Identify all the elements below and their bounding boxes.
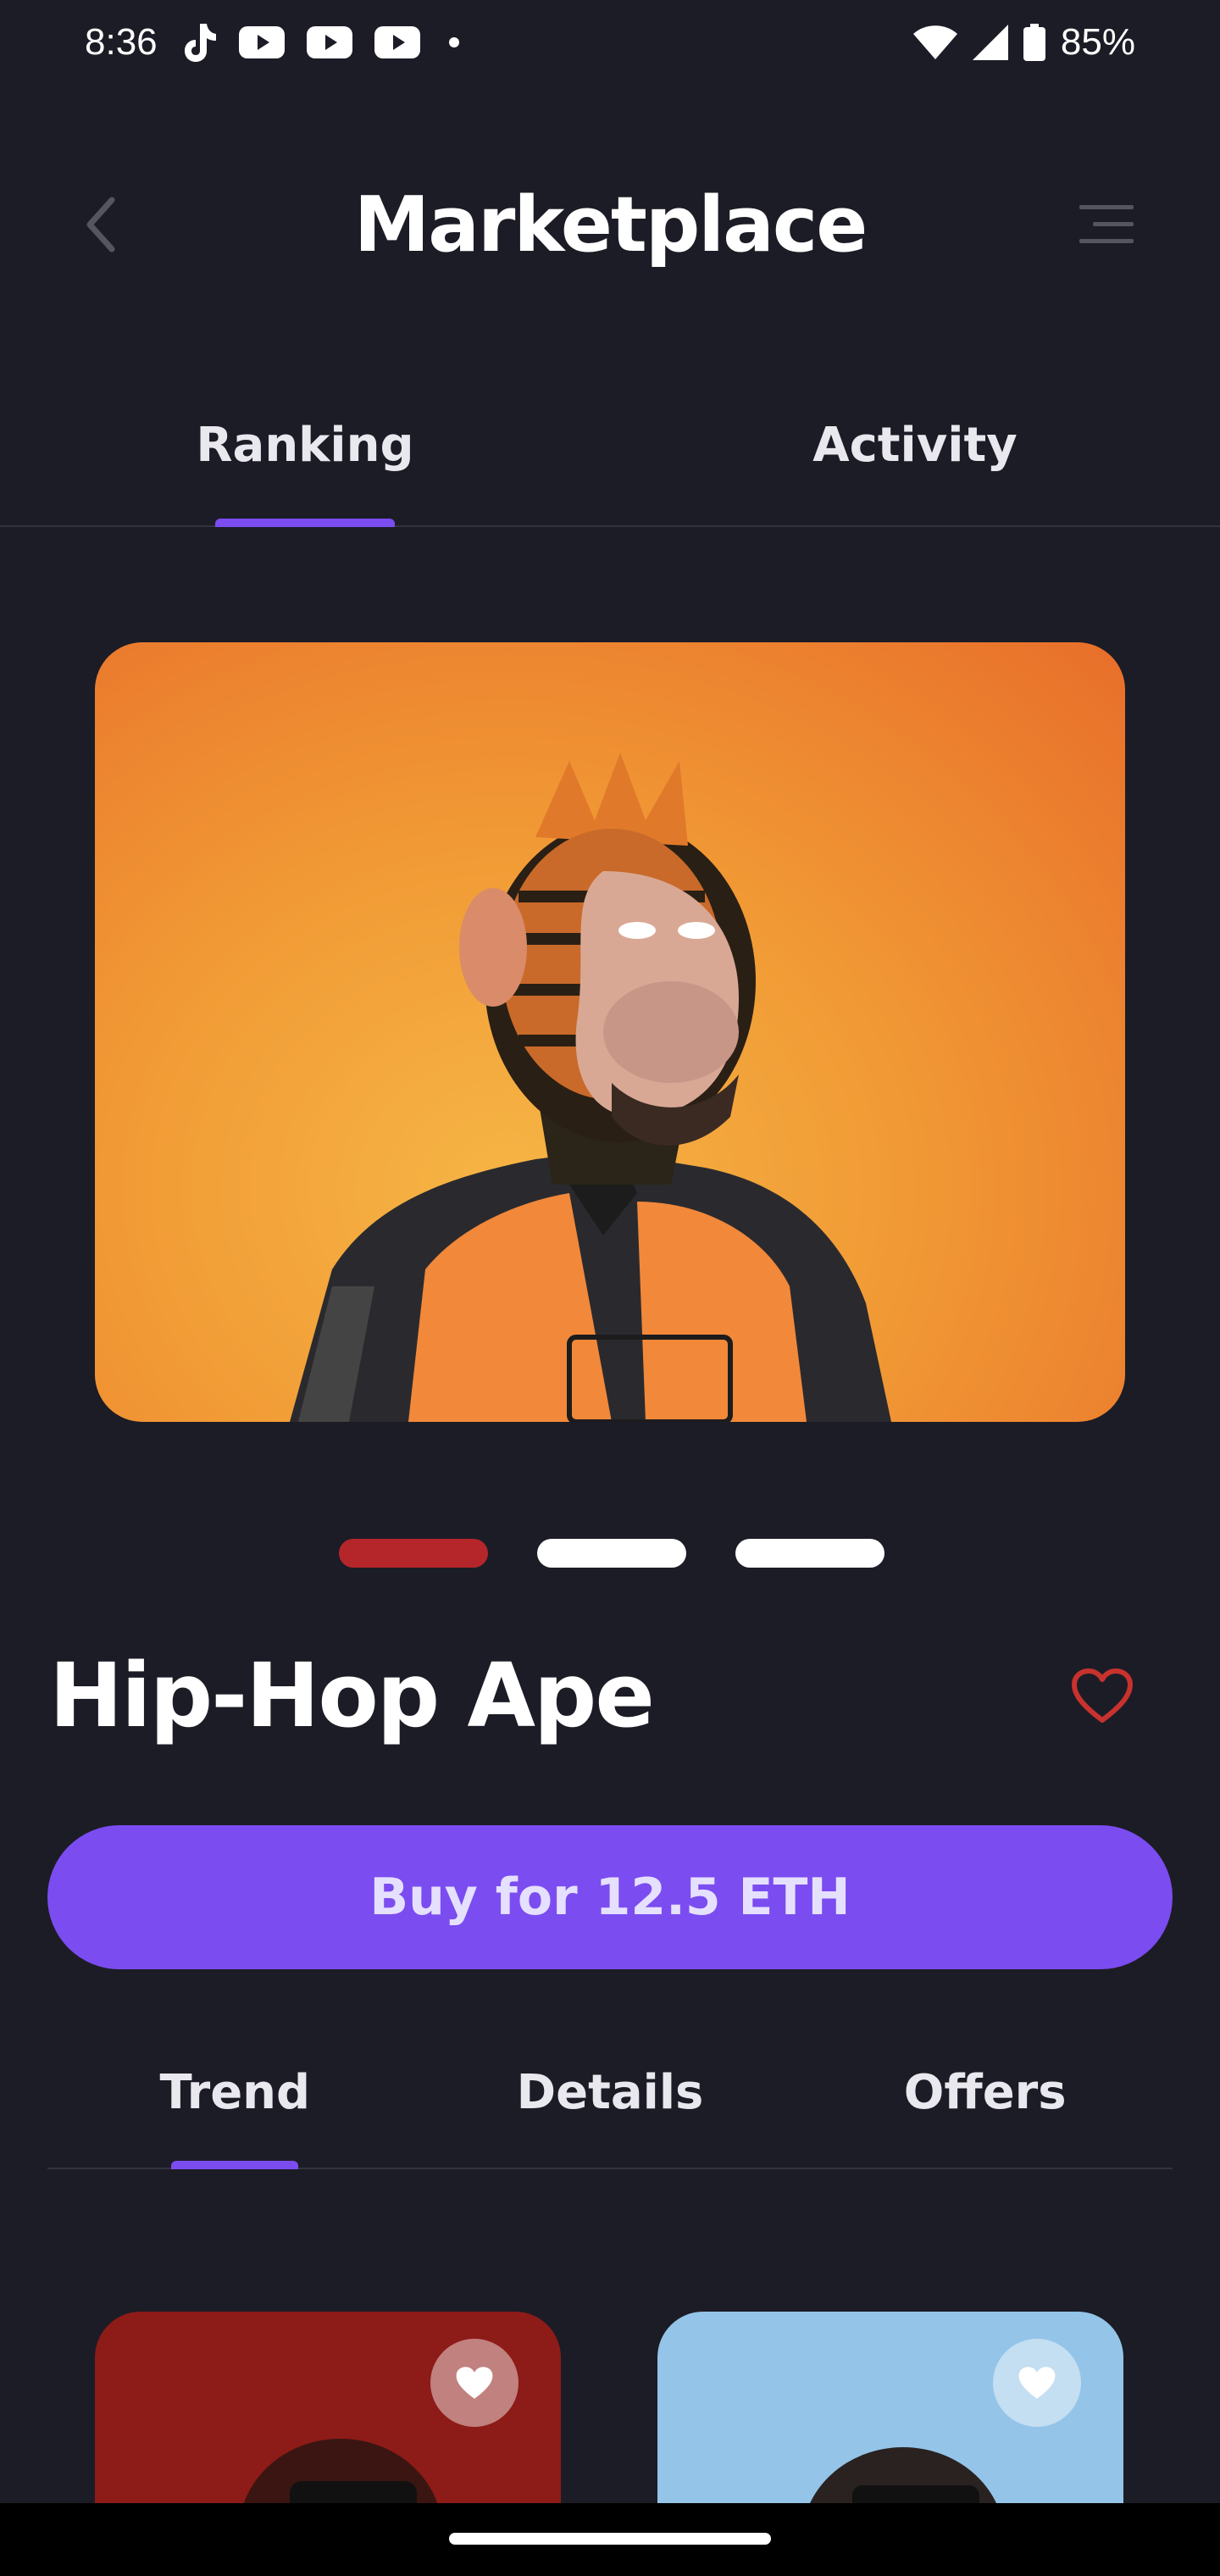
marketplace-tabs: Ranking Activity — [0, 398, 1220, 527]
wifi-icon — [912, 25, 957, 59]
buy-button[interactable]: Buy for 12.5 ETH — [47, 1825, 1173, 1969]
back-button[interactable] — [75, 195, 134, 254]
ape-illustration — [290, 752, 891, 1422]
tab-offers[interactable]: Offers — [797, 2042, 1173, 2168]
tab-offers-label: Offers — [903, 2064, 1067, 2120]
status-right: 85% — [912, 21, 1135, 64]
chevron-left-icon — [86, 197, 115, 253]
home-indicator[interactable] — [449, 2533, 771, 2545]
carousel-dot-1[interactable] — [339, 1539, 488, 1568]
card-favorite-button[interactable] — [430, 2339, 518, 2427]
carousel-indicator — [339, 1539, 884, 1568]
tab-trend[interactable]: Trend — [47, 2042, 423, 2169]
page-title: Marketplace — [353, 180, 868, 269]
notification-dot-icon — [448, 37, 459, 47]
youtube-icon — [374, 26, 420, 58]
nft-hero-image[interactable] — [95, 642, 1125, 1422]
carousel-dot-2[interactable] — [537, 1539, 686, 1568]
battery-icon — [1023, 24, 1045, 61]
item-tabs: Trend Details Offers — [47, 2042, 1173, 2169]
menu-icon — [1079, 205, 1134, 243]
system-nav-bar — [0, 2503, 1220, 2576]
status-left: 8:36 — [85, 21, 459, 64]
youtube-icon — [306, 26, 352, 58]
tab-details[interactable]: Details — [423, 2042, 798, 2168]
favorite-button[interactable] — [1071, 1668, 1134, 1724]
app-header: Marketplace — [0, 153, 1220, 297]
signal-icon — [972, 25, 1008, 60]
tab-activity-label: Activity — [812, 417, 1018, 473]
status-time: 8:36 — [85, 21, 158, 63]
battery-percent: 85% — [1060, 21, 1135, 63]
tab-activity[interactable]: Activity — [610, 398, 1220, 525]
carousel-dot-3[interactable] — [735, 1539, 884, 1568]
tab-trend-label: Trend — [159, 2064, 311, 2120]
tab-ranking[interactable]: Ranking — [0, 398, 610, 527]
nft-title: Hip-Hop Ape — [49, 1644, 655, 1747]
menu-button[interactable] — [1076, 203, 1135, 246]
status-bar: 8:36 85% — [0, 0, 1220, 85]
heart-outline-icon — [1072, 1668, 1133, 1723]
tab-ranking-label: Ranking — [196, 417, 414, 473]
heart-icon — [1018, 2367, 1056, 2399]
youtube-icon — [238, 26, 285, 58]
tiktok-icon — [180, 22, 217, 63]
tab-details-label: Details — [516, 2064, 704, 2120]
heart-icon — [456, 2367, 493, 2399]
card-favorite-button[interactable] — [993, 2339, 1081, 2427]
